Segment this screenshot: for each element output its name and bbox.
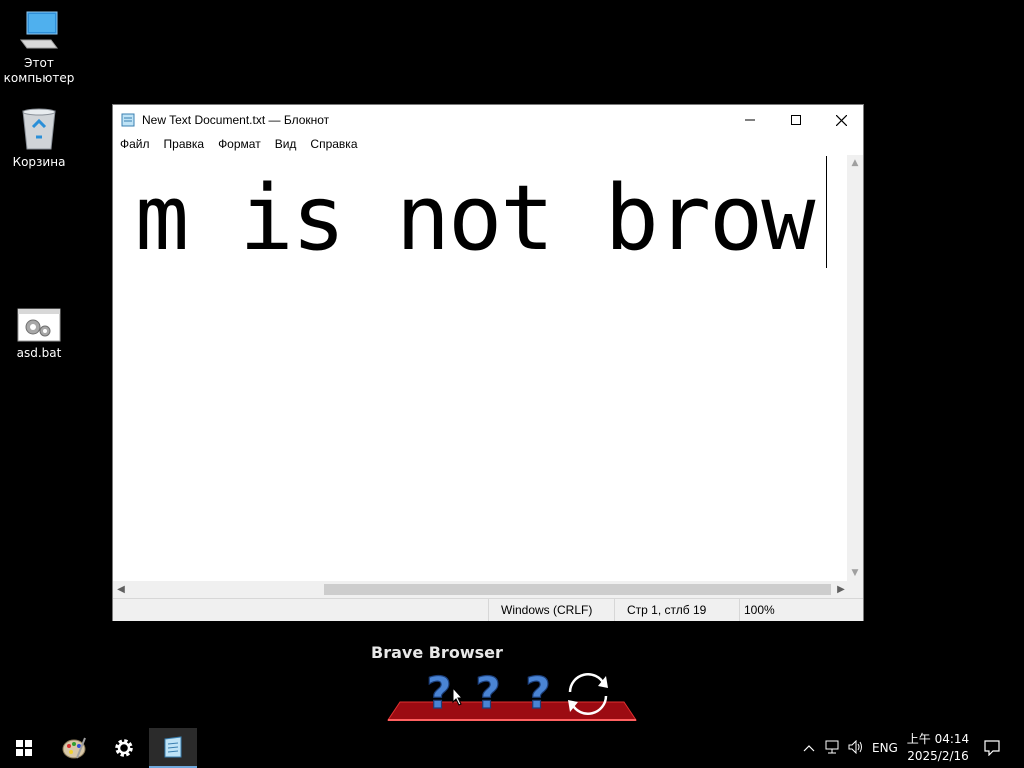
- menu-bar: Файл Правка Формат Вид Справка: [113, 135, 863, 155]
- menu-view[interactable]: Вид: [268, 135, 304, 155]
- start-button[interactable]: [0, 728, 48, 768]
- chevron-up-icon[interactable]: [798, 741, 820, 755]
- clock-time: 上午 04:14: [906, 732, 970, 746]
- text-editor-area[interactable]: m is not brow: [113, 155, 849, 581]
- maximize-icon: [791, 115, 801, 125]
- notepad-icon: [164, 736, 182, 758]
- desktop-icon-label: Этот: [24, 56, 54, 70]
- title-bar[interactable]: New Text Document.txt — Блокнот: [113, 105, 863, 135]
- notepad-window[interactable]: New Text Document.txt — Блокнот Файл Пра…: [112, 104, 864, 621]
- notepad-icon: [121, 113, 135, 127]
- desktop-icon-this-pc[interactable]: Этот компьютер: [1, 10, 77, 86]
- horizontal-scrollbar[interactable]: ◀: [113, 581, 849, 598]
- minimize-button[interactable]: [727, 105, 773, 135]
- question-mark-icon[interactable]: ?: [520, 668, 556, 716]
- computer-icon: [20, 11, 58, 49]
- status-zoom: 100%: [739, 599, 824, 621]
- desktop-icon-label: компьютер: [3, 71, 75, 85]
- gear-icon: [115, 739, 133, 757]
- menu-format[interactable]: Формат: [211, 135, 268, 155]
- vertical-scrollbar[interactable]: ▲ ▼: [847, 155, 863, 581]
- desktop-icon-label: asd.bat: [16, 346, 62, 360]
- scroll-up-arrow-icon[interactable]: ▲: [847, 155, 863, 171]
- notification-icon: [984, 740, 1000, 756]
- language-indicator[interactable]: ENG: [868, 741, 898, 755]
- recycle-bin-icon: [22, 108, 56, 150]
- taskbar-clock[interactable]: 上午 04:14 2025/2/16: [906, 731, 970, 765]
- scroll-down-arrow-icon[interactable]: ▼: [847, 565, 863, 581]
- system-tray: ENG: [798, 728, 898, 768]
- brave-browser-title: Brave Browser: [371, 643, 503, 662]
- action-center-button[interactable]: [970, 728, 1014, 768]
- scroll-left-arrow-icon[interactable]: ◀: [113, 581, 129, 598]
- desktop-icon-asd-bat[interactable]: asd.bat: [1, 308, 77, 361]
- text-caret: [826, 156, 827, 268]
- desktop-icon-recycle-bin[interactable]: Корзина: [1, 107, 77, 170]
- paint-palette-icon: [62, 737, 86, 759]
- network-icon[interactable]: [820, 740, 844, 757]
- status-bar: Windows (CRLF) Стр 1, стлб 19 100%: [113, 598, 863, 621]
- scroll-right-arrow-icon[interactable]: ▶: [833, 581, 849, 598]
- menu-edit[interactable]: Правка: [157, 135, 212, 155]
- close-button[interactable]: [818, 105, 864, 135]
- mouse-cursor-icon: [452, 687, 464, 706]
- clock-date: 2025/2/16: [907, 749, 969, 763]
- refresh-icon[interactable]: [562, 668, 614, 720]
- minimize-icon: [745, 119, 755, 121]
- close-icon: [835, 114, 847, 126]
- svg-text:?: ?: [525, 668, 551, 716]
- taskbar: ENG 上午 04:14 2025/2/16: [0, 728, 1024, 768]
- taskbar-settings-app[interactable]: [100, 728, 148, 768]
- volume-icon[interactable]: [844, 739, 868, 757]
- windows-logo-icon: [16, 740, 32, 756]
- status-cursor-position: Стр 1, стлб 19: [614, 599, 725, 621]
- status-encoding: Windows (CRLF): [488, 599, 614, 621]
- horizontal-scroll-thumb[interactable]: [324, 584, 831, 595]
- taskbar-paint-app[interactable]: [50, 728, 98, 768]
- document-text: m is not brow: [135, 166, 815, 271]
- svg-text:?: ?: [475, 668, 501, 716]
- maximize-button[interactable]: [773, 105, 819, 135]
- svg-text:?: ?: [426, 668, 452, 716]
- question-mark-icon[interactable]: ?: [470, 668, 506, 716]
- menu-help[interactable]: Справка: [303, 135, 364, 155]
- scrollbar-corner: [847, 581, 863, 598]
- batch-file-icon: [17, 308, 61, 342]
- window-title: New Text Document.txt — Блокнот: [142, 113, 330, 127]
- desktop-icon-label: Корзина: [12, 155, 66, 169]
- menu-file[interactable]: Файл: [113, 135, 157, 155]
- taskbar-notepad-app[interactable]: [149, 728, 197, 768]
